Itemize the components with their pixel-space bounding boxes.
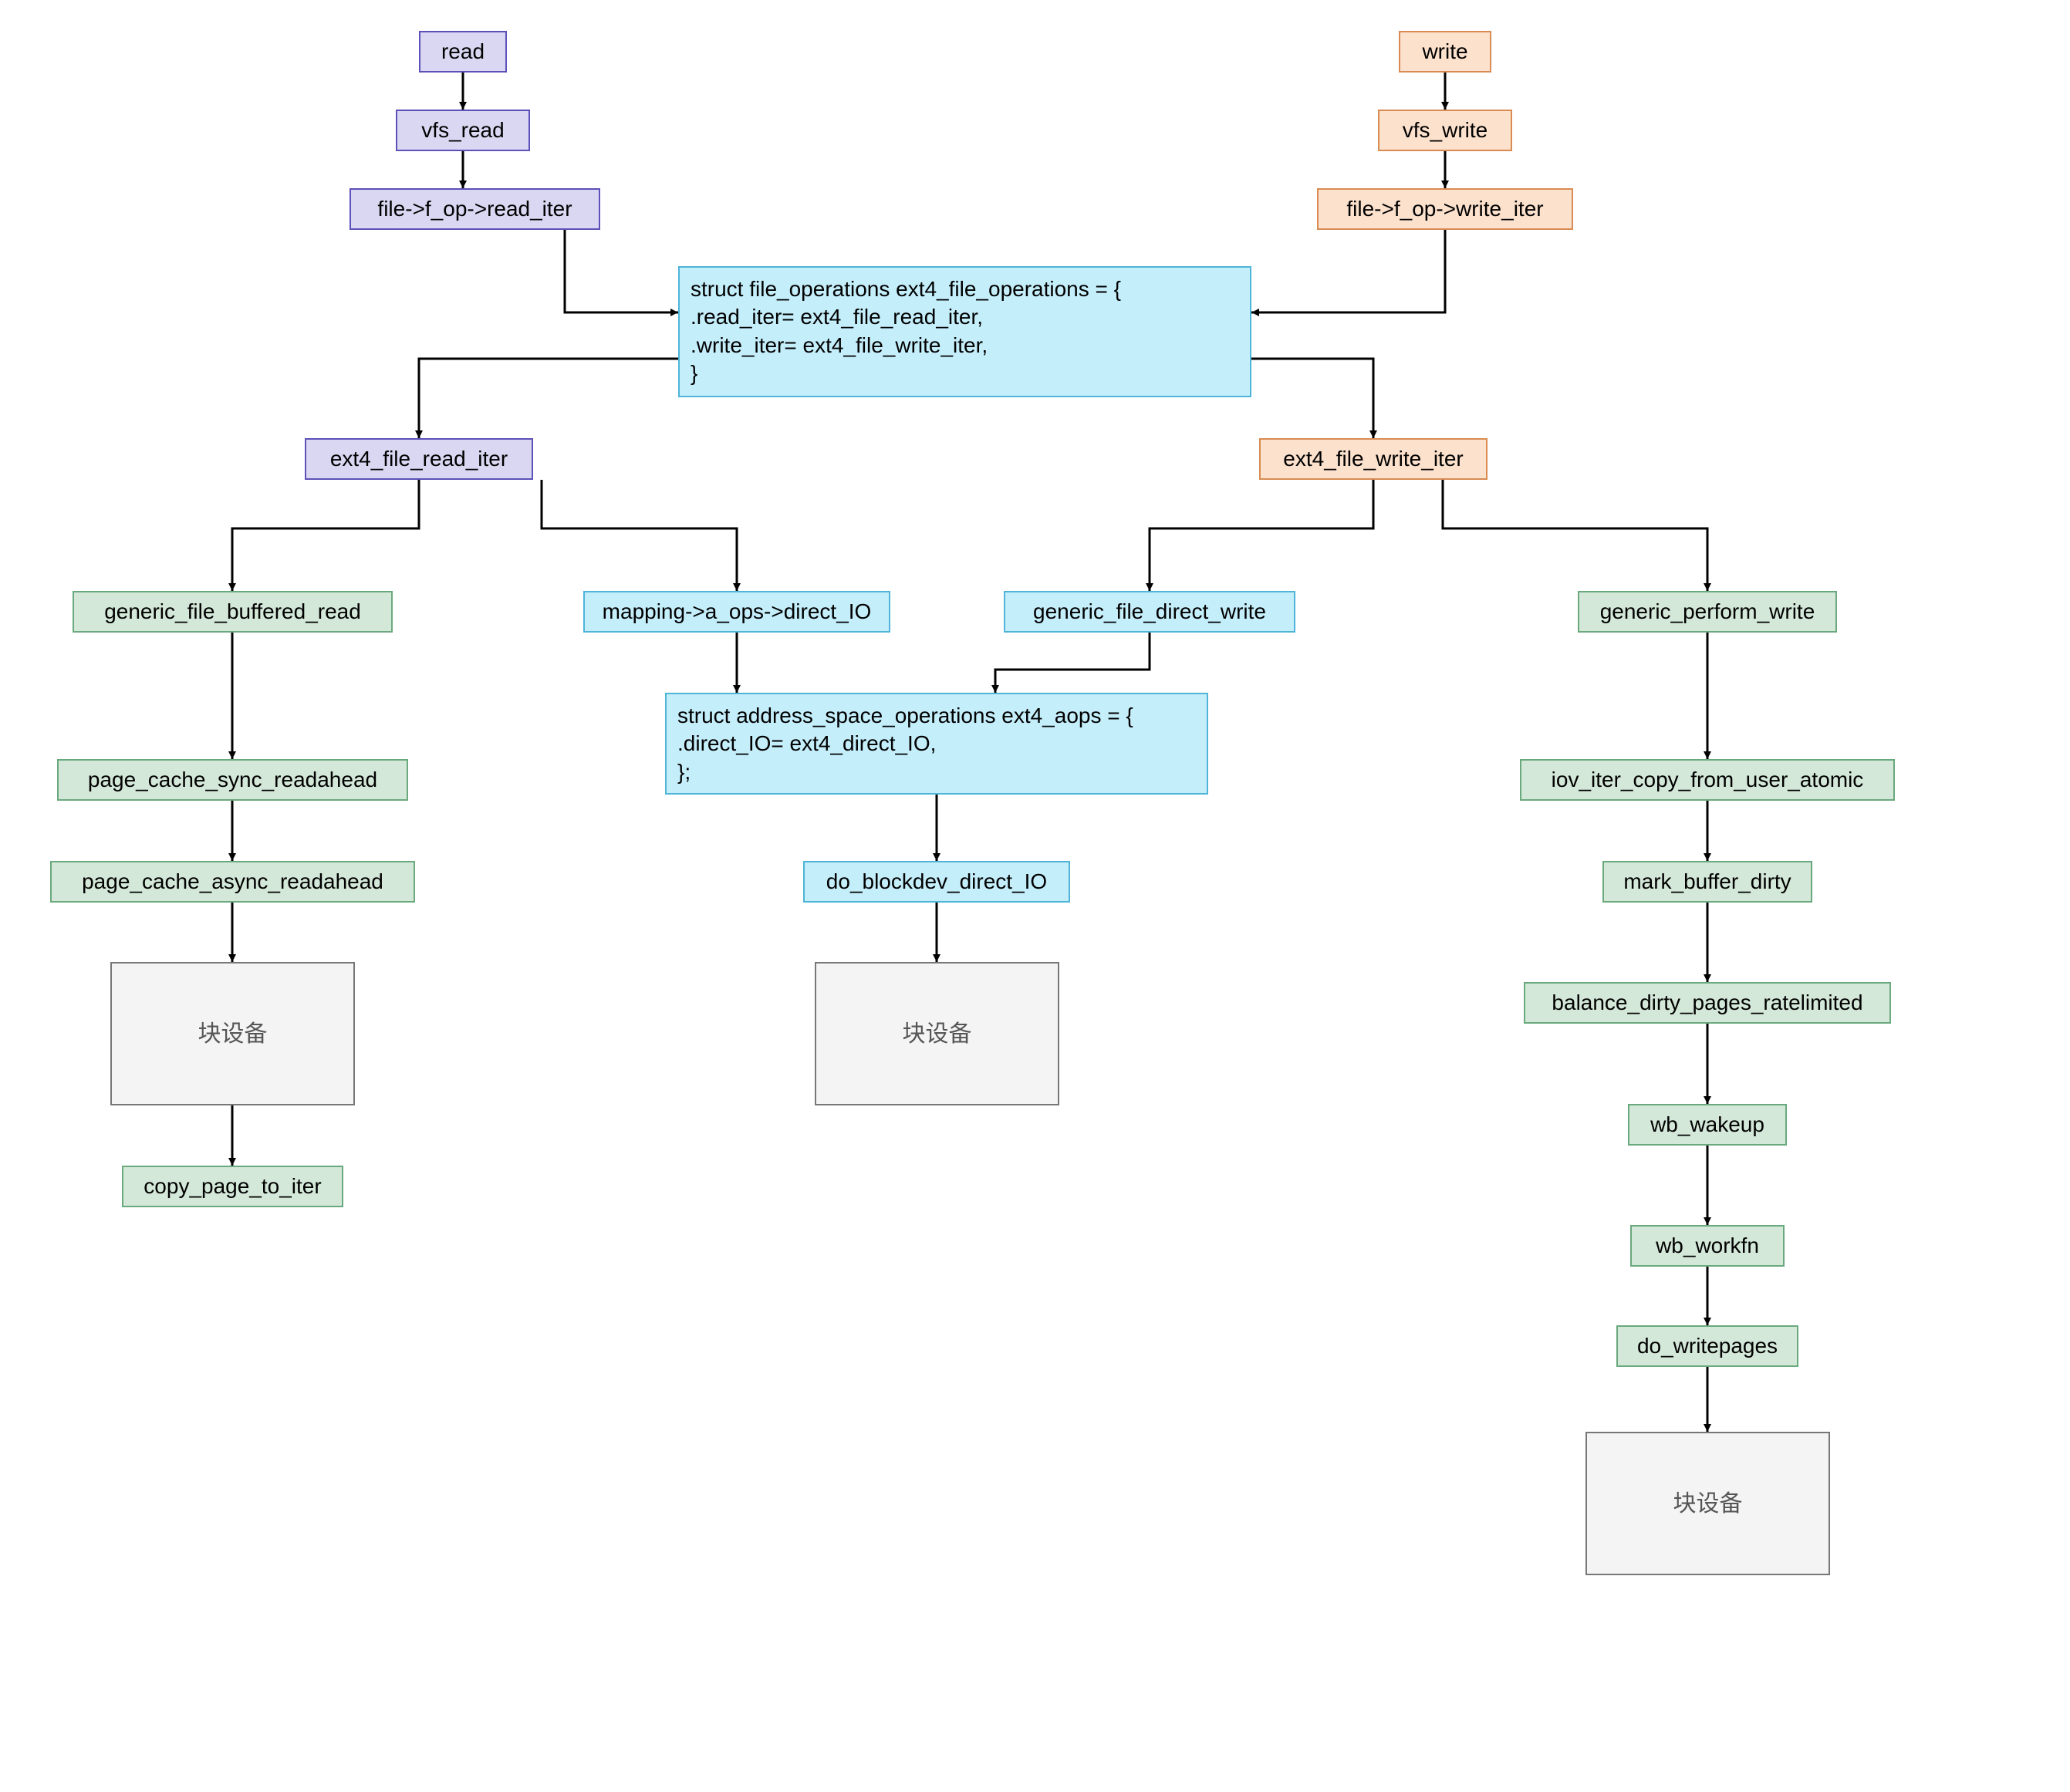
label: copy_page_to_iter <box>144 1173 321 1200</box>
label: struct file_operations ext4_file_operati… <box>691 275 1121 388</box>
node-ext4-read-iter: ext4_file_read_iter <box>305 438 533 480</box>
label: page_cache_async_readahead <box>82 868 383 896</box>
label: generic_file_buffered_read <box>104 598 361 626</box>
label: ext4_file_read_iter <box>330 445 508 473</box>
node-write: write <box>1399 31 1491 73</box>
label: file->f_op->read_iter <box>377 195 572 223</box>
node-vfs-write: vfs_write <box>1378 110 1512 151</box>
node-wb-wakeup: wb_wakeup <box>1628 1104 1787 1146</box>
label: iov_iter_copy_from_user_atomic <box>1552 766 1864 794</box>
label: 块设备 <box>198 1019 268 1049</box>
node-generic-file-buffered-read: generic_file_buffered_read <box>73 591 393 633</box>
label: do_writepages <box>1637 1332 1778 1360</box>
label: struct address_space_operations ext4_aop… <box>677 702 1133 786</box>
node-generic-file-direct-write: generic_file_direct_write <box>1004 591 1295 633</box>
label: wb_wakeup <box>1650 1111 1764 1139</box>
node-vfs-read: vfs_read <box>396 110 530 151</box>
node-page-cache-async-readahead: page_cache_async_readahead <box>50 861 415 903</box>
node-generic-perform-write: generic_perform_write <box>1578 591 1837 633</box>
label: write <box>1422 38 1467 66</box>
node-mapping-direct-io: mapping->a_ops->direct_IO <box>583 591 890 633</box>
label: 块设备 <box>1673 1489 1743 1519</box>
label: vfs_read <box>421 116 504 144</box>
label: file->f_op->write_iter <box>1346 195 1543 223</box>
node-block-device-1: 块设备 <box>110 962 355 1105</box>
label: do_blockdev_direct_IO <box>826 868 1047 896</box>
label: read <box>441 38 485 66</box>
label: wb_workfn <box>1656 1232 1759 1260</box>
node-do-blockdev-direct-io: do_blockdev_direct_IO <box>803 861 1070 903</box>
node-do-writepages: do_writepages <box>1616 1325 1798 1367</box>
node-copy-page-to-iter: copy_page_to_iter <box>122 1166 343 1207</box>
label: vfs_write <box>1403 116 1487 144</box>
node-mark-buffer-dirty: mark_buffer_dirty <box>1602 861 1812 903</box>
node-balance-dirty-pages: balance_dirty_pages_ratelimited <box>1524 982 1891 1024</box>
node-read-iter: file->f_op->read_iter <box>350 188 600 230</box>
node-wb-workfn: wb_workfn <box>1630 1225 1785 1267</box>
node-ext4-write-iter: ext4_file_write_iter <box>1259 438 1487 480</box>
flowchart-canvas: read vfs_read file->f_op->read_iter writ… <box>0 0 2070 1792</box>
label: generic_file_direct_write <box>1033 598 1266 626</box>
node-block-device-3: 块设备 <box>1585 1432 1830 1575</box>
label: generic_perform_write <box>1600 598 1815 626</box>
label: ext4_file_write_iter <box>1283 445 1463 473</box>
label: balance_dirty_pages_ratelimited <box>1552 989 1862 1017</box>
node-block-device-2: 块设备 <box>815 962 1059 1105</box>
node-write-iter: file->f_op->write_iter <box>1317 188 1573 230</box>
node-address-space-operations: struct address_space_operations ext4_aop… <box>665 693 1208 795</box>
label: page_cache_sync_readahead <box>88 766 377 794</box>
label: 块设备 <box>903 1019 972 1049</box>
label: mark_buffer_dirty <box>1623 868 1791 896</box>
node-iov-iter-copy: iov_iter_copy_from_user_atomic <box>1520 759 1895 801</box>
node-read: read <box>419 31 507 73</box>
node-file-operations: struct file_operations ext4_file_operati… <box>678 266 1251 397</box>
node-page-cache-sync-readahead: page_cache_sync_readahead <box>57 759 408 801</box>
label: mapping->a_ops->direct_IO <box>603 598 872 626</box>
